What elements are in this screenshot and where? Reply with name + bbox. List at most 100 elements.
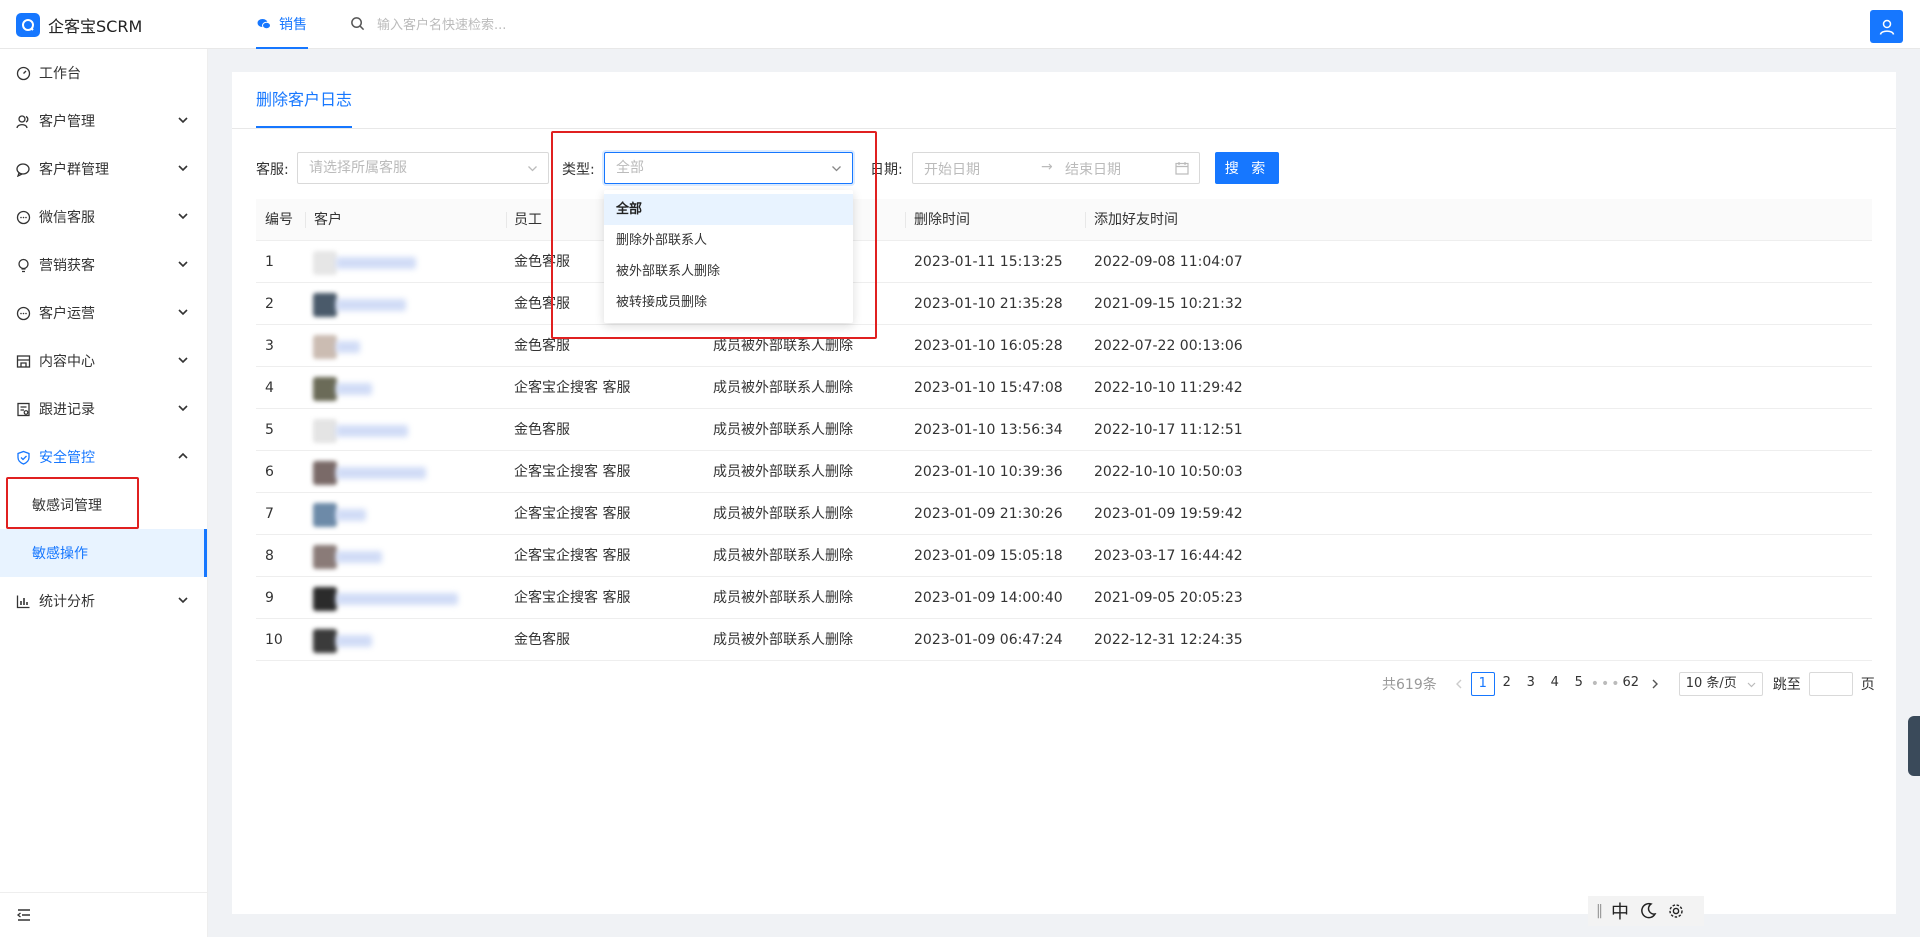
- customer-name-blurred: [336, 383, 372, 395]
- tab-delete-customer-log[interactable]: 删除客户日志: [256, 72, 353, 128]
- type-option-delete-external[interactable]: 删除外部联系人: [604, 225, 853, 256]
- type-filter-label: 类型:: [562, 162, 595, 178]
- table-body: 1 金色客服 2023-01-11 15:13:25 2022-09-08 11:04…: [256, 241, 1872, 661]
- sidebar-item-followup[interactable]: 跟进记录: [0, 385, 207, 433]
- sidebar-item-statistics[interactable]: 统计分析: [0, 577, 207, 625]
- user-icon: [1879, 19, 1894, 35]
- chevron-down-icon: [178, 117, 188, 124]
- cell-deleted-time: 2023-01-10 21:35:28: [914, 296, 1063, 312]
- type-dropdown-menu: 全部 删除外部联系人 被外部联系人删除 被转接成员删除: [604, 190, 853, 323]
- page-suffix: 页: [1860, 677, 1875, 693]
- collapse-sidebar-button[interactable]: [0, 892, 207, 937]
- ime-toolbar: ‖ 中: [1588, 896, 1704, 926]
- agent-select[interactable]: 请选择所属客服: [297, 152, 549, 184]
- page-last-button[interactable]: 62: [1619, 672, 1643, 696]
- app-logo[interactable]: 企客宝SCRM: [16, 13, 142, 37]
- customer-name-blurred: [336, 635, 372, 647]
- cell-type: 成员被外部联系人删除: [713, 338, 853, 354]
- cell-added-time: 2022-10-10 10:50:03: [1094, 464, 1243, 480]
- quick-search[interactable]: 输入客户名快速检索...: [350, 14, 506, 33]
- wechat-icon: [257, 18, 271, 29]
- type-option-deleted-by-external[interactable]: 被外部联系人删除: [604, 256, 853, 287]
- prev-page-button[interactable]: [1447, 672, 1471, 696]
- bulb-icon: [16, 258, 31, 273]
- page-1-button[interactable]: 1: [1470, 672, 1495, 696]
- sidebar-item-workbench[interactable]: 工作台: [0, 49, 207, 97]
- type-option-deleted-by-transfer[interactable]: 被转接成员删除: [604, 287, 853, 318]
- cell-type: 成员被外部联系人删除: [713, 548, 853, 564]
- moon-icon[interactable]: [1639, 902, 1657, 920]
- sidebar-item-marketing[interactable]: 营销获客: [0, 241, 207, 289]
- cell-deleted-time: 2023-01-10 10:39:36: [914, 464, 1063, 480]
- sidebar: 工作台 客户管理 客户群管理 微信客服 营销获客 客户运营 内容中心 跟进记录 …: [0, 49, 208, 937]
- cell-added-time: 2022-12-31 12:24:35: [1094, 632, 1243, 648]
- page-5-button[interactable]: 5: [1567, 672, 1591, 696]
- table-row: 3 金色客服 成员被外部联系人删除 2023-01-10 16:05:28 2022-0…: [256, 325, 1872, 367]
- user-button[interactable]: [1870, 10, 1903, 43]
- chevron-down-icon: [1747, 682, 1756, 688]
- page-3-button[interactable]: 3: [1519, 672, 1543, 696]
- sidebar-item-operations[interactable]: 客户运营: [0, 289, 207, 337]
- date-range-picker[interactable]: 开始日期 → 结束日期: [912, 152, 1200, 184]
- agent-select-placeholder: 请选择所属客服: [309, 160, 407, 176]
- sidebar-item-content[interactable]: 内容中心: [0, 337, 207, 385]
- cell-type: 成员被外部联系人删除: [713, 422, 853, 438]
- sidebar-item-label: 统计分析: [39, 594, 95, 610]
- more-pages-button[interactable]: •••: [1591, 676, 1620, 692]
- date-filter-label: 日期:: [870, 162, 903, 178]
- cell-no: 4: [265, 380, 274, 396]
- chevron-down-icon: [178, 405, 188, 412]
- sidebar-item-security[interactable]: 安全管控: [0, 433, 207, 481]
- type-option-all[interactable]: 全部: [604, 194, 853, 225]
- tab-sales[interactable]: 销售: [256, 0, 308, 49]
- sidebar-subitem-sensitive-ops[interactable]: 敏感操作: [0, 529, 207, 577]
- sidebar-subitem-sensitive-words[interactable]: 敏感词管理: [0, 481, 207, 529]
- total-count: 共619条: [1382, 677, 1437, 693]
- table-row: 10 金色客服 成员被外部联系人删除 2023-01-09 06:47:24 2022-…: [256, 619, 1872, 661]
- sidebar-item-label: 客户运营: [39, 306, 95, 322]
- cell-type: 成员被外部联系人删除: [713, 380, 853, 396]
- chevron-down-icon: [528, 166, 537, 172]
- type-select[interactable]: 全部: [604, 152, 853, 184]
- search-input[interactable]: 输入客户名快速检索...: [377, 14, 506, 33]
- sidebar-item-label: 微信客服: [39, 210, 95, 226]
- menu-fold-icon: [16, 909, 30, 921]
- next-page-button[interactable]: [1643, 672, 1667, 696]
- sidebar-item-wechat-service[interactable]: 微信客服: [0, 193, 207, 241]
- search-button[interactable]: 搜 索: [1215, 152, 1279, 184]
- ime-language-toggle[interactable]: 中: [1611, 898, 1629, 924]
- chevron-down-icon: [178, 357, 188, 364]
- sidebar-item-customers[interactable]: 客户管理: [0, 97, 207, 145]
- page-2-button[interactable]: 2: [1495, 672, 1519, 696]
- chevron-down-icon: [178, 597, 188, 604]
- customer-avatar: [313, 251, 337, 275]
- dashboard-icon: [16, 66, 31, 81]
- tab-divider: [232, 128, 1896, 129]
- top-header: 企客宝SCRM 销售 输入客户名快速检索...: [0, 0, 1920, 49]
- delete-log-table: 编号 客户 员工 类型 删除时间 添加好友时间 1 金色客服 2023-01-11 …: [256, 199, 1872, 661]
- customer-avatar: [313, 629, 337, 653]
- page-size-select[interactable]: 10 条/页: [1678, 672, 1763, 696]
- table-row: 6 企客宝企搜客 客服 成员被外部联系人删除 2023-01-10 10:39:36 2…: [256, 451, 1872, 493]
- cell-type: 成员被外部联系人删除: [713, 590, 853, 606]
- drag-handle-icon[interactable]: ‖: [1596, 903, 1603, 919]
- cell-deleted-time: 2023-01-09 15:05:18: [914, 548, 1063, 564]
- jump-page-input[interactable]: [1808, 672, 1853, 696]
- chevron-right-icon: [1652, 679, 1658, 689]
- cell-added-time: 2021-09-15 10:21:32: [1094, 296, 1243, 312]
- cell-type: 成员被外部联系人删除: [713, 506, 853, 522]
- group-chat-icon: [16, 162, 31, 177]
- sidebar-item-customer-groups[interactable]: 客户群管理: [0, 145, 207, 193]
- side-drawer-handle[interactable]: [1908, 716, 1920, 776]
- table-row: 7 企客宝企搜客 客服 成员被外部联系人删除 2023-01-09 21:30:26 2…: [256, 493, 1872, 535]
- col-divider: [305, 212, 306, 228]
- chevron-left-icon: [1455, 679, 1462, 689]
- gear-icon[interactable]: [1667, 902, 1685, 920]
- col-header-customer: 客户: [314, 212, 342, 228]
- sidebar-item-label: 跟进记录: [39, 402, 95, 418]
- date-start-input[interactable]: 开始日期: [924, 159, 980, 179]
- cell-no: 2: [265, 296, 274, 312]
- date-end-input[interactable]: 结束日期: [1065, 159, 1121, 179]
- table-row: 2 金色客服 2023-01-10 21:35:28 2021-09-15 10:21…: [256, 283, 1872, 325]
- page-4-button[interactable]: 4: [1543, 672, 1567, 696]
